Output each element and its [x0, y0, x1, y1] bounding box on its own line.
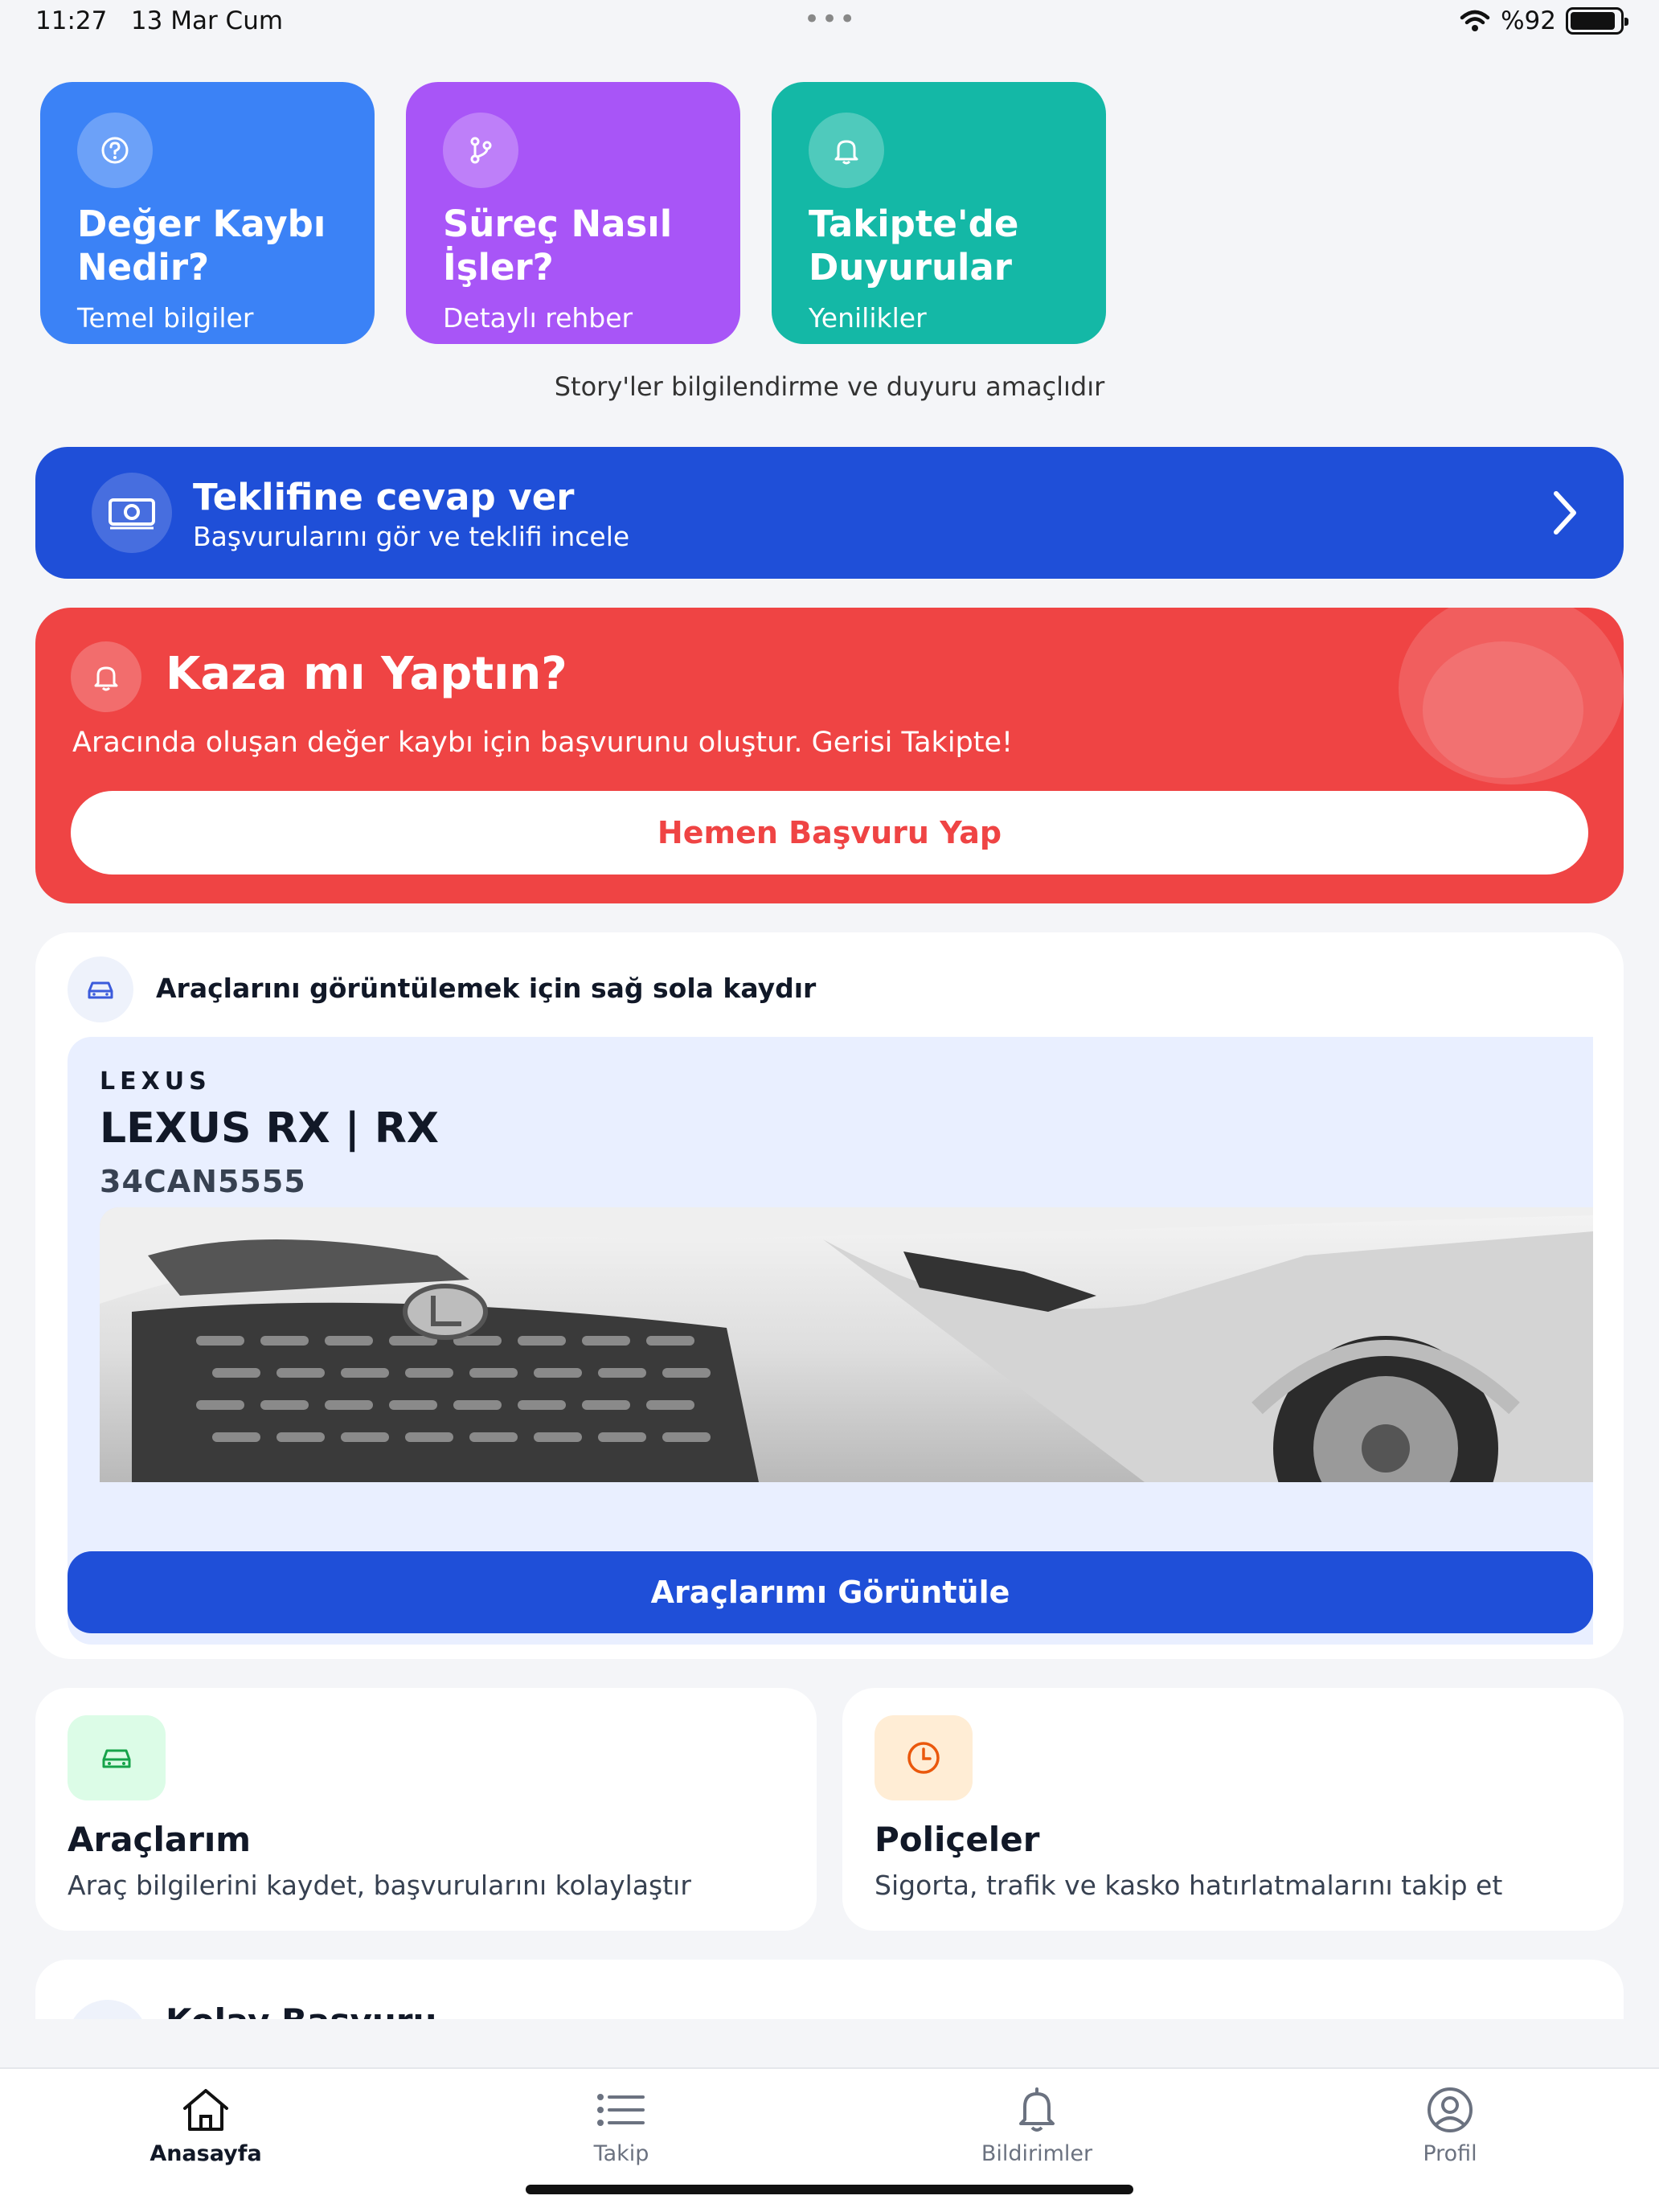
tab-label: Anasayfa	[150, 2141, 262, 2166]
tab-takip[interactable]: Takip	[501, 2083, 742, 2166]
git-branch-icon	[443, 113, 518, 188]
offer-title: Teklifine cevap ver	[193, 476, 575, 518]
story-title: Süreç Nasıl İşler?	[443, 203, 673, 289]
status-indicators: %92	[1459, 6, 1628, 35]
accident-card: Kaza mı Yaptın? Aracında oluşan değer ka…	[35, 608, 1624, 903]
battery-icon	[1566, 7, 1628, 35]
vehicle-photo	[100, 1207, 1593, 1482]
swipe-hint: Araçlarını görüntülemek için sağ sola ka…	[156, 973, 817, 1004]
feature-title: Araçlarım	[68, 1820, 252, 1859]
vehicle-brand: LEXUS	[100, 1067, 211, 1096]
vehicle-plate: 34CAN5555	[100, 1164, 306, 1199]
vehicles-card: Araçlarını görüntülemek için sağ sola ka…	[35, 932, 1624, 1659]
status-date: 13 Mar Cum	[130, 6, 284, 35]
accident-subtitle: Aracında oluşan değer kaybı için başvuru…	[72, 727, 1014, 759]
offer-subtitle: Başvurularını gör ve teklifi incele	[193, 521, 630, 552]
tab-label: Takip	[593, 2141, 649, 2166]
tab-bildirimler[interactable]: Bildirimler	[916, 2083, 1157, 2166]
car-icon	[68, 956, 133, 1022]
money-icon	[92, 473, 172, 553]
question-circle-icon	[77, 113, 153, 188]
story-title: Değer Kaybı Nedir?	[77, 203, 326, 289]
home-icon	[85, 2083, 326, 2136]
view-vehicles-button[interactable]: Araçlarımı Görüntüle	[68, 1551, 1593, 1633]
feature-subtitle: Araç bilgilerini kaydet, başvurularını k…	[68, 1870, 691, 1901]
bell-icon	[71, 641, 141, 712]
accident-title: Kaza mı Yaptın?	[166, 648, 567, 700]
feature-subtitle: Sigorta, trafik ve kasko hatırlatmaların…	[875, 1870, 1503, 1901]
wifi-icon	[1460, 10, 1490, 31]
chevron-right-icon	[1554, 491, 1576, 535]
status-time: 11:27 13 Mar Cum	[35, 6, 284, 35]
home-indicator[interactable]	[526, 2185, 1133, 2194]
offer-banner[interactable]: Teklifine cevap ver Başvurularını gör ve…	[35, 447, 1624, 579]
vehicle-model: LEXUS RX | RX	[100, 1104, 439, 1153]
profile-icon	[1329, 2083, 1571, 2136]
feature-card-araclarim[interactable]: Araçlarım Araç bilgilerini kaydet, başvu…	[35, 1688, 817, 1931]
tab-label: Bildirimler	[981, 2141, 1093, 2166]
tab-anasayfa[interactable]: Anasayfa	[85, 2083, 326, 2166]
story-subtitle: Temel bilgiler	[77, 302, 254, 334]
story-title: Takipte'de Duyurular	[809, 203, 1019, 289]
story-note: Story'ler bilgilendirme ve duyuru amaçlı…	[554, 371, 1105, 402]
apply-now-button[interactable]: Hemen Başvuru Yap	[71, 791, 1588, 875]
feature-title: Poliçeler	[875, 1820, 1040, 1859]
story-subtitle: Detaylı rehber	[443, 302, 633, 334]
car-icon	[68, 1715, 166, 1800]
battery-percent: %92	[1501, 6, 1556, 35]
tab-profil[interactable]: Profil	[1329, 2083, 1571, 2166]
bell-icon	[916, 2083, 1157, 2136]
feature-card-policeler[interactable]: Poliçeler Sigorta, trafik ve kasko hatır…	[842, 1688, 1624, 1931]
bell-icon	[809, 113, 884, 188]
story-subtitle: Yenilikler	[809, 302, 927, 334]
list-icon	[501, 2083, 742, 2136]
multitasking-dots[interactable]: •••	[804, 3, 857, 35]
clock-icon	[875, 1715, 973, 1800]
tab-label: Profil	[1423, 2141, 1477, 2166]
